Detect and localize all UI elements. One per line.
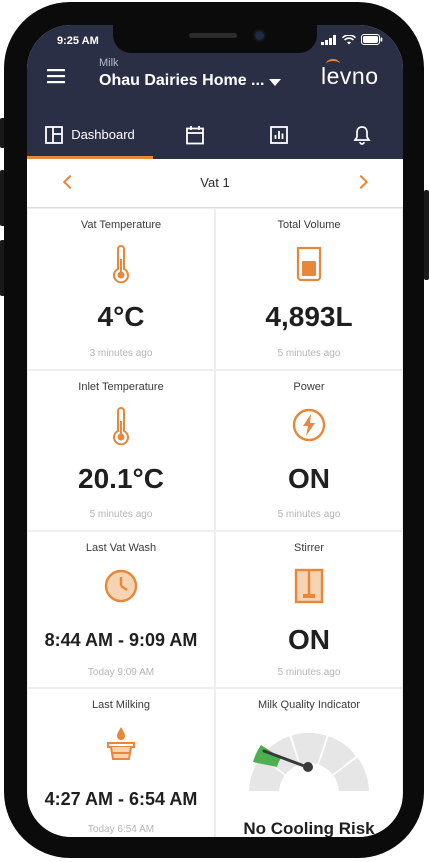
card-timestamp: 5 minutes ago [89,509,153,520]
volume-icon [296,246,322,282]
power-bolt-icon [292,408,326,442]
screen: 9:25 AM Milk Ohau Dairies Home ... levno… [27,25,403,837]
tab-bar: Dashboard [27,110,403,159]
tab-alerts[interactable] [321,110,403,159]
card-label: Last Milking [91,699,151,711]
chart-icon [270,125,288,144]
card-timestamp: Today 6:54 AM [87,824,155,835]
card-value: 4,893L [265,301,353,332]
card-value: 20.1°C [78,463,164,494]
clock-icon [104,569,138,603]
card-last-milking[interactable]: Last Milking 4:27 AM - 6:54 AM Today 6:5… [28,689,214,837]
site-selector[interactable]: Ohau Dairies Home ... [99,72,264,90]
calendar-icon [186,125,204,144]
notch [113,25,317,53]
card-vat-temperature[interactable]: Vat Temperature 4°C 3 minutes ago [28,209,214,369]
card-total-volume[interactable]: Total Volume 4,893L 5 minutes ago [216,209,402,369]
levno-logo: levno [321,63,379,89]
card-value: No Cooling Risk [243,819,375,837]
card-value: 4°C [97,301,145,332]
tab-dashboard-label: Dashboard [71,127,135,142]
power-button [424,190,429,280]
menu-icon[interactable] [45,67,67,85]
chevron-down-icon[interactable] [269,79,281,86]
tab-calendar[interactable] [153,110,237,159]
card-value: ON [288,624,330,655]
card-label: Stirrer [294,542,324,554]
card-stirrer[interactable]: Stirrer ON 5 minutes ago [216,532,402,687]
dashboard-icon [45,125,64,144]
milking-icon [107,727,135,760]
tab-reports[interactable] [237,110,321,159]
vat-selector: Vat 1 [27,159,403,208]
signal-icon [321,34,336,45]
card-label: Power [293,381,325,393]
card-value: ON [288,463,330,494]
card-label: Milk Quality Indicator [257,699,361,711]
bell-icon [353,125,371,145]
card-value: 4:27 AM - 6:54 AM [44,789,198,809]
card-timestamp: 3 minutes ago [89,348,153,359]
card-label: Total Volume [277,219,341,231]
card-label: Inlet Temperature [78,381,164,393]
card-timestamp: 5 minutes ago [277,509,341,520]
battery-icon [361,34,383,45]
card-label: Vat Temperature [80,219,162,231]
card-value: 8:44 AM - 9:09 AM [44,630,198,650]
card-last-vat-wash[interactable]: Last Vat Wash 8:44 AM - 9:09 AM Today 9:… [28,532,214,687]
vat-title: Vat 1 [200,175,230,190]
camera [255,31,264,40]
card-timestamp: 5 minutes ago [277,348,341,359]
card-timestamp: Today 9:09 AM [87,667,155,678]
wifi-icon [342,34,356,44]
speaker [189,33,237,38]
tab-dashboard[interactable]: Dashboard [27,110,153,159]
status-time: 9:25 AM [57,35,99,47]
card-milk-quality[interactable]: Milk Quality Indicator No Cooling Risk [216,689,402,837]
stirrer-icon [294,568,324,604]
phone-frame: 9:25 AM Milk Ohau Dairies Home ... levno… [0,0,429,862]
card-timestamp: 5 minutes ago [277,667,341,678]
thermometer-icon [113,407,129,445]
card-power[interactable]: Power ON 5 minutes ago [216,371,402,530]
status-icons [321,34,383,45]
thermometer-icon [113,245,129,283]
app-subtitle: Milk [99,57,119,69]
card-inlet-temperature[interactable]: Inlet Temperature 20.1°C 5 minutes ago [28,371,214,530]
quality-gauge [249,732,369,791]
card-label: Last Vat Wash [85,542,157,554]
